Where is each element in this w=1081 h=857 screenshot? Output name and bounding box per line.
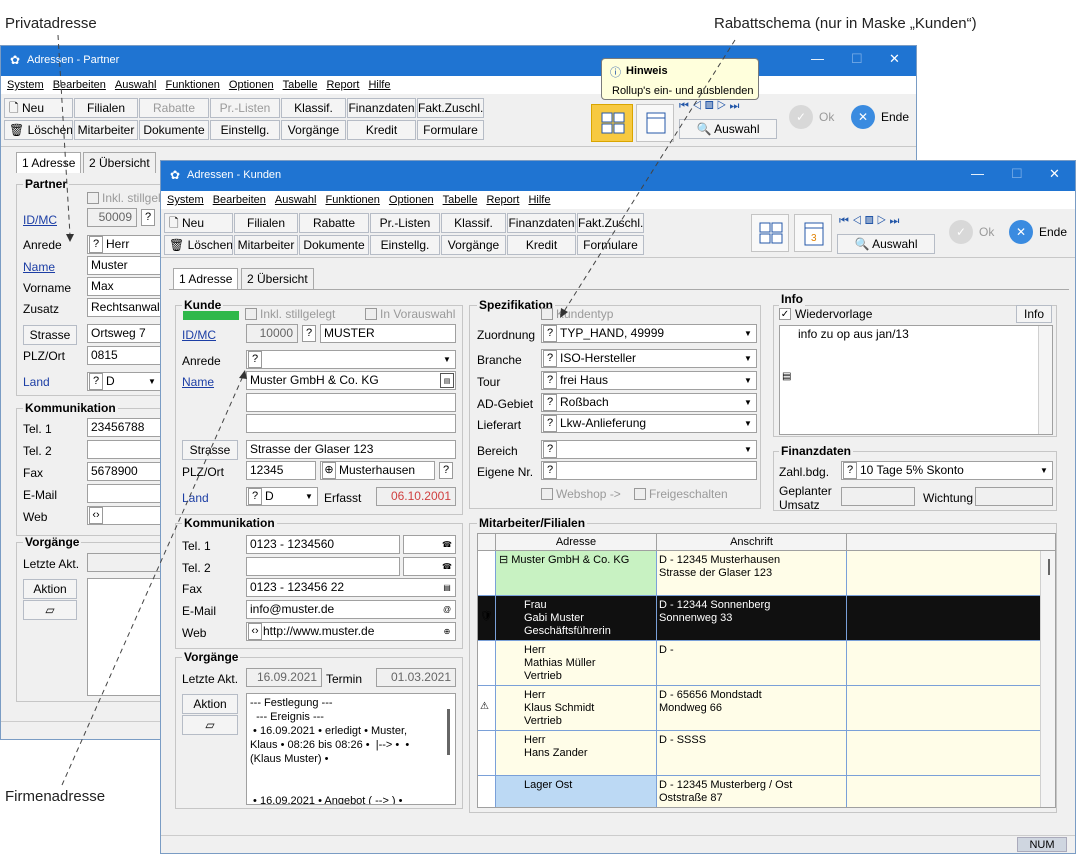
leader-firmen (61, 375, 244, 786)
annotation-lines (57, 34, 736, 786)
leader-privat (57, 34, 71, 236)
leader-rabatt (562, 39, 736, 314)
